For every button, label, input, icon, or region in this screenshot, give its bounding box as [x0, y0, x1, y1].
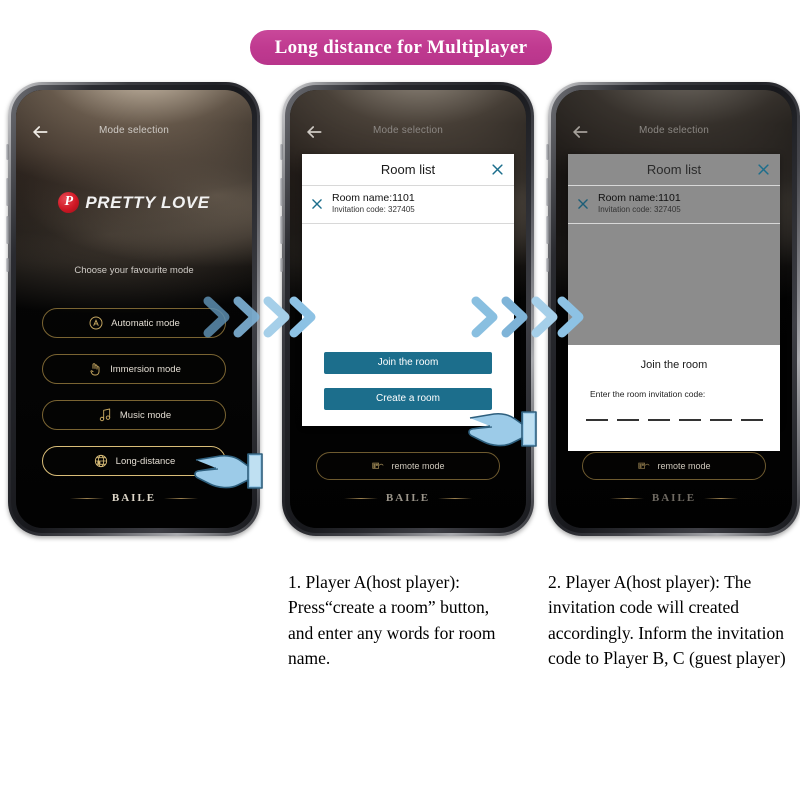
- close-icon[interactable]: [756, 162, 771, 177]
- room-info: Room name:1101 Invitation code: 327405: [332, 192, 415, 216]
- code-digit-slot[interactable]: [585, 419, 608, 421]
- side-button-volume-up[interactable]: [280, 178, 283, 206]
- footer-rule-right: [704, 497, 739, 499]
- code-digit-slot[interactable]: [616, 419, 639, 421]
- chevron-right-icon-1: [202, 296, 232, 338]
- app-topbar: Mode selection: [556, 122, 792, 148]
- footer-brand-text: BAILE: [111, 492, 157, 504]
- music-note-icon: [97, 407, 113, 423]
- chevron-right-icon-4: [288, 296, 318, 338]
- side-button-volume-up[interactable]: [6, 178, 9, 206]
- room-list-item[interactable]: Room name:1101 Invitation code: 327405: [302, 186, 514, 224]
- remote-control-icon: [371, 459, 385, 473]
- close-icon[interactable]: [576, 197, 590, 211]
- room-invitation-code: Invitation code: 327405: [598, 205, 681, 215]
- room-name: Room name:1101: [332, 192, 415, 204]
- remote-mode-label: remote mode: [657, 461, 711, 471]
- brand-logo: P PRETTY LOVE: [16, 192, 252, 213]
- hand-pointer-icon-1: [192, 446, 264, 498]
- dialog-title: Room list: [380, 162, 436, 177]
- footer-brand-text: BAILE: [385, 492, 431, 504]
- mode-button-remote[interactable]: remote mode: [582, 452, 766, 480]
- side-button-mute[interactable]: [280, 144, 283, 160]
- page-title-text: Long distance for Multiplayer: [274, 36, 528, 58]
- circle-a-icon: [88, 315, 104, 331]
- chevron-right-icon-8: [556, 296, 586, 338]
- join-room-title: Join the room: [640, 359, 708, 371]
- poster-root: Long distance for Multiplayer Mode selec…: [0, 0, 800, 800]
- hand-tap-icon: [87, 361, 103, 377]
- dialog-header: Room list: [568, 154, 780, 186]
- app-topbar: Mode selection: [290, 122, 526, 148]
- side-button-mute[interactable]: [6, 144, 9, 160]
- mode-label: Long-distance: [115, 455, 176, 467]
- caption-step-1: 1. Player A(host player): Press“create a…: [288, 572, 496, 669]
- footer-brand: BAILE: [556, 492, 792, 504]
- code-digit-slot[interactable]: [647, 419, 670, 421]
- brand-name: PRETTY LOVE: [85, 192, 210, 212]
- room-list-item[interactable]: Room name:1101 Invitation code: 327405: [568, 186, 780, 224]
- footer-rule-left: [69, 497, 104, 499]
- caption-step-2: 2. Player A(host player): The invitation…: [548, 572, 786, 669]
- side-button-power[interactable]: [280, 258, 283, 272]
- side-button-power[interactable]: [6, 258, 9, 272]
- side-button-volume-down[interactable]: [280, 216, 283, 244]
- room-name: Room name:1101: [598, 192, 681, 204]
- hand-pointer-icon-2: [466, 404, 538, 456]
- chevron-right-icon-6: [500, 296, 530, 338]
- chevron-right-icon-2: [232, 296, 262, 338]
- footer-rule-left: [343, 497, 378, 499]
- mode-label: Automatic mode: [111, 317, 180, 329]
- screen-title: Mode selection: [638, 125, 710, 136]
- code-digit-slot[interactable]: [678, 419, 701, 421]
- dialog-header: Room list: [302, 154, 514, 186]
- screen-title: Mode selection: [372, 125, 444, 136]
- screen-title: Mode selection: [98, 125, 170, 136]
- phone-3-screen: Mode selection remote mode BAILE Room li…: [556, 90, 792, 528]
- footer-brand-text: BAILE: [651, 492, 697, 504]
- mode-label: Immersion mode: [110, 363, 181, 375]
- join-room-hint: Enter the room invitation code:: [590, 389, 706, 399]
- side-button-volume-down[interactable]: [546, 216, 549, 244]
- close-icon[interactable]: [310, 197, 324, 211]
- mode-button-automatic[interactable]: Automatic mode: [42, 308, 226, 338]
- side-button-volume-down[interactable]: [6, 216, 9, 244]
- footer-rule-right: [438, 497, 473, 499]
- dialog-empty-area: [568, 224, 780, 338]
- app-topbar: Mode selection: [16, 122, 252, 148]
- mode-button-remote[interactable]: remote mode: [316, 452, 500, 480]
- code-digit-slot[interactable]: [709, 419, 732, 421]
- side-button-volume-up[interactable]: [546, 178, 549, 206]
- subtitle: Choose your favourite mode: [74, 265, 194, 276]
- side-button-mute[interactable]: [546, 144, 549, 160]
- dialog-title: Room list: [646, 162, 702, 177]
- remote-mode-label: remote mode: [391, 461, 445, 471]
- remote-control-icon: [637, 459, 651, 473]
- mode-button-immersion[interactable]: Immersion mode: [42, 354, 226, 384]
- room-invitation-code: Invitation code: 327405: [332, 205, 415, 215]
- invitation-code-input[interactable]: [568, 399, 780, 421]
- close-icon[interactable]: [490, 162, 505, 177]
- footer-brand: BAILE: [290, 492, 526, 504]
- globe-lock-icon: [93, 453, 109, 469]
- join-the-room-button[interactable]: Join the room: [324, 351, 492, 374]
- mode-button-music[interactable]: Music mode: [42, 400, 226, 430]
- chevron-right-icon-5: [470, 296, 500, 338]
- code-digit-slot[interactable]: [740, 419, 763, 421]
- side-button-power[interactable]: [546, 258, 549, 272]
- room-list-dialog: Room list Room name:1101 Invitation code…: [302, 154, 514, 426]
- join-room-panel: Join the room Enter the room invitation …: [568, 345, 780, 451]
- mode-label: Music mode: [119, 409, 172, 421]
- footer-rule-left: [609, 497, 644, 499]
- room-info: Room name:1101 Invitation code: 327405: [598, 192, 681, 216]
- brand-badge-icon: P: [58, 192, 80, 213]
- page-title: Long distance for Multiplayer: [250, 30, 552, 65]
